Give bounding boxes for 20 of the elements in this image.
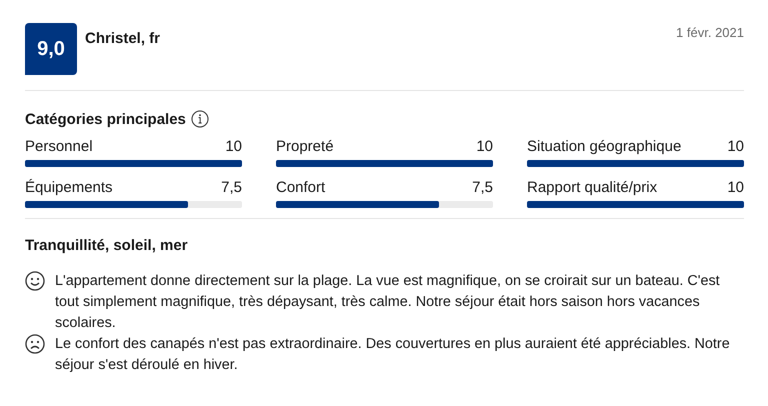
category-label: Propreté xyxy=(276,137,334,157)
category-score: 10 xyxy=(727,178,744,198)
review-date: 1 févr. 2021 xyxy=(676,25,744,40)
category-label: Personnel xyxy=(25,137,93,157)
review-title: Tranquillité, soleil, mer xyxy=(25,237,189,254)
category-label: Équipements xyxy=(25,178,113,198)
comment-text: L'appartement donne directement sur la plage. La vue est magnifique, on se croirait sur un bateau. C'est tout simplement magnifique, très dépaysant, très calme. Notre séjour était hors saison hors vacances scolaires. xyxy=(55,272,721,333)
category-label: Confort xyxy=(276,178,326,198)
category-label: Situation géographique xyxy=(527,137,682,157)
score-badge: 9,0 xyxy=(25,23,77,75)
category-score: 10 xyxy=(476,137,493,157)
category-score: 10 xyxy=(727,137,744,157)
section-title: Catégories principales xyxy=(25,110,186,128)
comment-text: Le confort des canapés n'est pas extraordinaire. Des couvertures en plus auraient été appréciables. Notre séjour s'est déroulé en hiver. xyxy=(55,335,731,375)
category-score: 7,5 xyxy=(221,178,242,198)
category-score: 10 xyxy=(225,137,242,157)
reviewer-name: Christel, fr xyxy=(85,30,160,47)
category-label: Rapport qualité/prix xyxy=(527,178,658,198)
category-score: 7,5 xyxy=(472,178,493,198)
info-icon[interactable] xyxy=(190,110,209,128)
